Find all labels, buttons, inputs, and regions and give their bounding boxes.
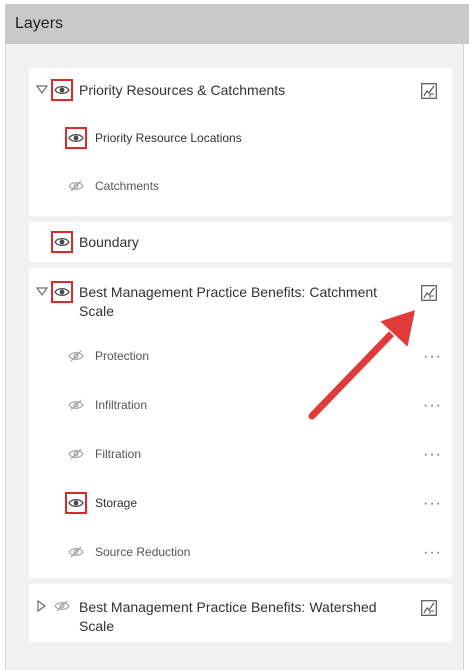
layer-card-priority-resources: Priority Resources & Catchments Priority… — [29, 68, 452, 216]
eye-slash-icon[interactable] — [65, 541, 87, 563]
layer-label-line2: Scale — [79, 618, 115, 634]
layer-card-boundary: Boundary — [29, 222, 452, 262]
layer-card-bmp-catchment: Best Management Practice Benefits: Catch… — [29, 268, 452, 578]
panel-title: Layers — [15, 15, 64, 32]
layer-label: Priority Resource Locations — [95, 131, 242, 145]
layer-label: Boundary — [79, 234, 139, 250]
layer-row-storage[interactable]: Storage ··· — [29, 483, 452, 523]
layer-label: Filtration — [95, 447, 142, 461]
layer-row-priority-resources[interactable]: Priority Resources & Catchments — [29, 68, 452, 112]
caret-down-icon[interactable] — [35, 285, 49, 299]
layer-label: Protection — [95, 349, 150, 363]
caret-down-icon[interactable] — [35, 83, 49, 97]
layer-label: Priority Resources & Catchments — [79, 82, 286, 98]
layer-row-protection[interactable]: Protection ··· — [29, 336, 452, 376]
eye-slash-icon[interactable] — [65, 443, 87, 465]
eye-slash-icon[interactable] — [65, 345, 87, 367]
layer-row-boundary[interactable]: Boundary — [29, 222, 452, 262]
layer-label-line1: Best Management Practice Benefits: Water… — [79, 599, 377, 615]
layer-label-line2: Scale — [79, 303, 115, 319]
layer-label-line1: Best Management Practice Benefits: Catch… — [79, 284, 378, 300]
more-icon[interactable]: ··· — [423, 496, 442, 512]
layer-row-filtration[interactable]: Filtration ··· — [29, 434, 452, 474]
legend-icon[interactable] — [421, 285, 437, 301]
layer-row-bmp-catchment[interactable]: Best Management Practice Benefits: Catch… — [29, 268, 452, 328]
eye-slash-icon[interactable] — [65, 394, 87, 416]
layer-label: Source Reduction — [95, 545, 191, 559]
layer-row-priority-resource-locations[interactable]: Priority Resource Locations — [29, 118, 452, 158]
eye-icon[interactable] — [51, 231, 73, 253]
layer-label: Catchments — [95, 179, 160, 193]
eye-icon[interactable] — [65, 127, 87, 149]
eye-icon[interactable] — [51, 281, 73, 303]
caret-right-icon[interactable] — [35, 599, 49, 613]
eye-icon[interactable] — [51, 79, 73, 101]
layers-panel-header: Layers — [5, 4, 469, 44]
eye-slash-icon[interactable] — [51, 595, 73, 617]
more-icon[interactable]: ··· — [423, 398, 442, 414]
more-icon[interactable]: ··· — [423, 447, 442, 463]
legend-icon[interactable] — [421, 600, 437, 616]
layer-row-infiltration[interactable]: Infiltration ··· — [29, 385, 452, 425]
more-icon[interactable]: ··· — [423, 349, 442, 365]
legend-icon[interactable] — [421, 83, 437, 99]
layer-row-source-reduction[interactable]: Source Reduction ··· — [29, 532, 452, 572]
eye-icon[interactable] — [65, 492, 87, 514]
layer-label: Storage — [95, 496, 138, 510]
more-icon[interactable]: ··· — [423, 545, 442, 561]
layer-row-bmp-watershed[interactable]: Best Management Practice Benefits: Water… — [29, 584, 452, 642]
layer-card-bmp-watershed: Best Management Practice Benefits: Water… — [29, 584, 452, 642]
eye-slash-icon[interactable] — [65, 175, 87, 197]
layer-row-catchments[interactable]: Catchments — [29, 166, 452, 206]
layer-label: Infiltration — [95, 398, 148, 412]
